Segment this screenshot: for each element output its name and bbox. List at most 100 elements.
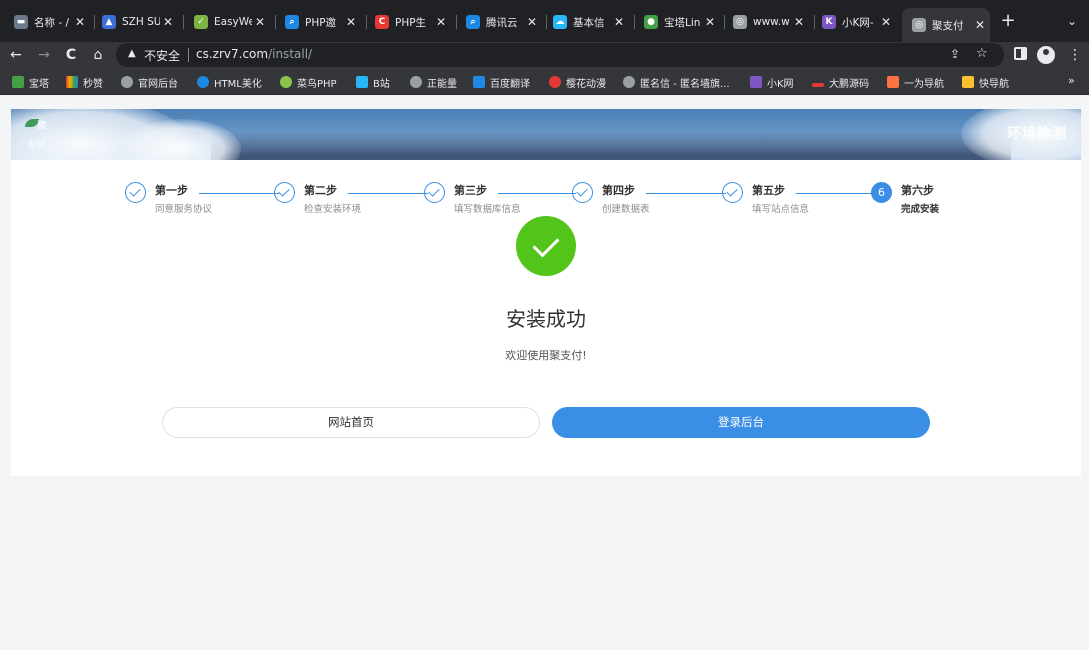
tab-favicon-icon: ⌕ bbox=[285, 15, 299, 29]
tab-close-icon[interactable]: ✕ bbox=[524, 13, 540, 31]
share-icon[interactable]: ⇪ bbox=[950, 47, 960, 61]
url-path: /install/ bbox=[268, 47, 313, 61]
login-admin-button[interactable]: 登录后台 bbox=[552, 407, 930, 438]
bookmark-favicon-icon bbox=[197, 76, 209, 88]
bookmark-item[interactable]: HTML美化 bbox=[197, 74, 262, 90]
tab-separator bbox=[724, 15, 725, 29]
step-connector bbox=[646, 193, 726, 194]
step-title: 第三步 bbox=[454, 184, 487, 197]
bookmark-item[interactable]: 小K网 bbox=[750, 74, 794, 90]
side-panel-icon[interactable] bbox=[1014, 47, 1027, 60]
bookmark-item[interactable]: 一为导航 bbox=[887, 74, 944, 90]
tab-favicon-icon: ✓ bbox=[194, 15, 208, 29]
step-desc: 创建数据表 bbox=[602, 204, 650, 215]
bookmark-label: 匿名信 - 匿名墙旗... bbox=[640, 78, 730, 90]
bookmark-item[interactable]: 匿名信 - 匿名墙旗... bbox=[623, 74, 730, 90]
step-title: 第五步 bbox=[752, 184, 785, 197]
url-text[interactable]: cs.zrv7.com/install/ bbox=[196, 47, 312, 61]
reload-button[interactable]: C bbox=[61, 45, 81, 65]
browser-toolbar: ← → C ⌂ ▲ 不安全 cs.zrv7.com/install/ ⇪ ☆ ⋮ bbox=[0, 42, 1089, 68]
tab-favicon-icon: ⌕ bbox=[466, 15, 480, 29]
url-host: cs.zrv7.com bbox=[196, 47, 269, 61]
browser-tab[interactable]: ✓ EasyWe ✕ bbox=[194, 10, 270, 34]
address-bar[interactable]: ▲ 不安全 cs.zrv7.com/install/ ⇪ ☆ bbox=[116, 43, 1004, 67]
bookmark-item[interactable]: 百度翻译 bbox=[473, 74, 530, 90]
check-circle-icon bbox=[274, 182, 295, 203]
tab-favicon-icon: ◎ bbox=[733, 15, 747, 29]
bookmark-label: HTML美化 bbox=[214, 78, 262, 90]
bookmark-item[interactable]: 秒赞 bbox=[66, 74, 103, 90]
profile-avatar-icon[interactable] bbox=[1037, 46, 1055, 64]
tab-close-icon[interactable]: ✕ bbox=[791, 13, 807, 31]
bookmark-item[interactable]: 大鹏源码 bbox=[812, 74, 869, 90]
tab-separator bbox=[546, 15, 547, 29]
back-button[interactable]: ← bbox=[6, 45, 26, 65]
bookmark-item[interactable]: B站 bbox=[356, 74, 390, 90]
tab-close-icon[interactable]: ✕ bbox=[343, 13, 359, 31]
bookmark-item[interactable]: 官网后台 bbox=[121, 74, 178, 90]
bookmark-item[interactable]: 宝塔 bbox=[12, 74, 49, 90]
browser-tab[interactable]: ⌕ 腾讯云 ✕ bbox=[466, 10, 542, 34]
tab-separator bbox=[366, 15, 367, 29]
browser-tab[interactable]: ☁ 基本信 ✕ bbox=[553, 10, 629, 34]
home-page-button[interactable]: 网站首页 bbox=[162, 407, 540, 438]
bookmark-item[interactable]: 菜鸟PHP bbox=[280, 74, 337, 90]
bookmark-label: 快导航 bbox=[979, 78, 1009, 90]
step-connector bbox=[199, 193, 279, 194]
tab-separator bbox=[183, 15, 184, 29]
logo-text: 聚 bbox=[37, 121, 47, 132]
step-desc: 同意服务协议 bbox=[155, 204, 213, 215]
bookmark-favicon-icon bbox=[962, 76, 974, 88]
site-logo: 聚 支付 bbox=[25, 117, 55, 153]
home-button[interactable]: ⌂ bbox=[88, 45, 108, 65]
bookmarks-bar: 宝塔 秒赞 官网后台 HTML美化 菜鸟PHP B站 正能量 百度翻译 樱花动漫… bbox=[0, 68, 1089, 95]
browser-tab[interactable]: ◎ www.w ✕ bbox=[733, 10, 809, 34]
step-desc: 填写数据库信息 bbox=[454, 204, 521, 215]
bookmark-item[interactable]: 正能量 bbox=[410, 74, 457, 90]
browser-tab[interactable]: ⌕ PHP邀 ✕ bbox=[285, 10, 361, 34]
tab-separator bbox=[634, 15, 635, 29]
insecure-label[interactable]: 不安全 bbox=[144, 47, 180, 64]
bookmark-item[interactable]: 快导航 bbox=[962, 74, 1009, 90]
success-title: 安装成功 bbox=[506, 307, 586, 331]
tab-close-icon[interactable]: ✕ bbox=[433, 13, 449, 31]
bookmark-favicon-icon bbox=[887, 76, 899, 88]
tab-close-icon[interactable]: ✕ bbox=[72, 13, 88, 31]
tab-favicon-icon: K bbox=[822, 15, 836, 29]
menu-icon[interactable]: ⋮ bbox=[1068, 45, 1082, 65]
bookmark-label: 大鹏源码 bbox=[829, 78, 869, 90]
step-desc: 检查安装环境 bbox=[304, 204, 362, 215]
tab-close-icon[interactable]: ✕ bbox=[702, 13, 718, 31]
tab-favicon-icon: ◎ bbox=[912, 18, 926, 32]
bookmark-label: 秒赞 bbox=[83, 78, 103, 90]
tab-favicon-icon: ● bbox=[644, 15, 658, 29]
tab-search-icon[interactable]: ⌄ bbox=[1062, 11, 1082, 31]
browser-tab[interactable]: ● 宝塔Lin ✕ bbox=[644, 10, 720, 34]
browser-tab-strip: ▬ 名称 - / ✕ ▲ SZH SU ✕ ✓ EasyWe ✕ ⌕ PHP邀 … bbox=[0, 0, 1089, 42]
warning-icon[interactable]: ▲ bbox=[128, 48, 136, 59]
tab-close-icon[interactable]: ✕ bbox=[611, 13, 627, 31]
bookmark-label: 一为导航 bbox=[904, 78, 944, 90]
bookmark-label: 菜鸟PHP bbox=[297, 78, 337, 90]
bookmark-favicon-icon bbox=[750, 76, 762, 88]
tab-favicon-icon: C bbox=[375, 15, 389, 29]
bookmarks-more-icon[interactable]: » bbox=[1068, 74, 1075, 87]
new-tab-button[interactable]: + bbox=[998, 11, 1018, 31]
bookmark-label: 樱花动漫 bbox=[566, 78, 606, 90]
tab-close-icon[interactable]: ✕ bbox=[160, 13, 176, 31]
step-number-icon: 6 bbox=[871, 182, 892, 203]
bookmark-item[interactable]: 樱花动漫 bbox=[549, 74, 606, 90]
forward-button[interactable]: → bbox=[34, 45, 54, 65]
browser-tab[interactable]: ▬ 名称 - / ✕ bbox=[14, 10, 90, 34]
tab-close-icon[interactable]: ✕ bbox=[878, 13, 894, 31]
step-title: 第二步 bbox=[304, 184, 337, 197]
bookmark-star-icon[interactable]: ☆ bbox=[976, 46, 988, 61]
header-banner: 聚 支付 环境检测 bbox=[11, 109, 1081, 160]
tab-close-icon[interactable]: ✕ bbox=[252, 13, 268, 31]
browser-tab[interactable]: C PHP生 ✕ bbox=[375, 10, 451, 34]
tab-close-icon[interactable]: ✕ bbox=[972, 16, 988, 34]
browser-tab[interactable]: ▲ SZH SU ✕ bbox=[102, 10, 178, 34]
browser-tab[interactable]: K 小K网- ✕ bbox=[822, 10, 896, 34]
browser-tab-active[interactable]: ◎ 聚支付 ✕ bbox=[902, 8, 990, 42]
banner-landscape bbox=[211, 131, 1011, 160]
